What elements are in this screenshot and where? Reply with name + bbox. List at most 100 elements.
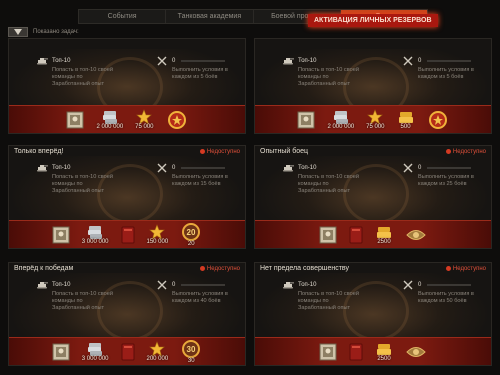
tab-events[interactable]: События: [79, 10, 167, 23]
reward-item[interactable]: [166, 107, 188, 133]
reward-item[interactable]: [52, 339, 70, 365]
status-label: Недоступно: [206, 265, 240, 272]
reward-item[interactable]: [405, 222, 427, 248]
reserves-activation-button[interactable]: АКТИВАЦИЯ ЛИЧНЫХ РЕЗЕРВОВ: [308, 14, 438, 27]
crossed-swords-icon: [155, 163, 168, 173]
condition-description: Выполнить условия в каждом из 25 боёв: [418, 174, 474, 188]
reward-value: 20: [187, 241, 195, 247]
condition-description: Попасть в топ-10 своей команды по Заработа…: [298, 291, 359, 312]
reward-item[interactable]: 3 000 000: [82, 339, 109, 365]
tank-icon: [35, 56, 48, 66]
card-title: Вперёд к победам: [14, 265, 74, 272]
reward-value: 75 000: [135, 124, 154, 130]
reward-item[interactable]: [319, 222, 337, 248]
star-icon: [367, 109, 384, 125]
condition-description: Попасть в топ-10 своей команды по Заработа…: [52, 291, 113, 312]
reward-strip: 3 000 000 200 000 30 30: [9, 337, 245, 365]
card-header: [255, 39, 491, 50]
condition-desc-line: Попасть в топ-10 своей: [52, 67, 113, 73]
condition-counter: 0: [418, 57, 422, 64]
reward-value: 3 000 000: [81, 356, 109, 362]
badge-icon: [66, 111, 84, 129]
condition-desc-line: каждом из 15 боёв: [172, 181, 221, 187]
svg-text:20: 20: [187, 228, 196, 237]
unavailable-icon: [199, 149, 205, 154]
mission-card[interactable]: Нет предела совершенству Недоступно Топ-…: [254, 262, 492, 366]
reward-item[interactable]: 3 000 000: [82, 222, 109, 248]
gold-icon: [375, 341, 393, 357]
reward-strip: 2 000 000 75 000: [9, 105, 245, 133]
condition-description: Попасть в топ-10 своей команды по Заработа…: [298, 67, 359, 88]
reward-item[interactable]: [349, 222, 363, 248]
book-icon: [121, 343, 135, 361]
crossed-swords-icon: [155, 56, 168, 66]
reward-item[interactable]: 2500: [375, 339, 393, 365]
reward-item[interactable]: [297, 107, 315, 133]
condition-desc-line: каждом из 40 боёв: [172, 298, 221, 304]
reward-item[interactable]: [319, 339, 337, 365]
reward-item[interactable]: 30 30: [180, 339, 202, 365]
book-icon: [349, 226, 363, 244]
progress-bar: [181, 283, 226, 286]
progress-bar: [181, 166, 226, 169]
reward-item[interactable]: [121, 222, 135, 248]
reward-item[interactable]: [66, 107, 84, 133]
emblem-icon: [405, 343, 427, 361]
condition-value: Топ-10: [52, 57, 71, 64]
condition-desc-line: Выполнить условия в: [418, 174, 474, 180]
condition-desc-line: Попасть в топ-10 своей: [298, 291, 359, 297]
condition-desc-line: Заработанный опыт: [298, 188, 351, 194]
reward-item[interactable]: 75 000: [366, 107, 385, 133]
reward-item[interactable]: 2 000 000: [96, 107, 123, 133]
reward-item[interactable]: 75 000: [135, 107, 154, 133]
card-title: Только вперёд!: [14, 148, 64, 155]
tank-icon: [281, 280, 294, 290]
mission-card[interactable]: Топ-10 Попасть в топ-10 своей команды по З…: [8, 38, 246, 134]
condition-description: Попасть в топ-10 своей команды по Заработа…: [52, 174, 113, 195]
condition-desc-line: Заработанный опыт: [52, 305, 105, 311]
condition-top10: Топ-10 Попасть в топ-10 своей команды по З…: [35, 163, 131, 195]
tank-icon: [35, 280, 48, 290]
filter-row: Показано задач:: [8, 27, 79, 37]
tab-tank-academy[interactable]: Танковая академия: [166, 10, 254, 23]
filter-button[interactable]: [8, 27, 28, 37]
condition-desc-line: Попасть в топ-10 своей: [52, 174, 113, 180]
reward-item[interactable]: 2500: [375, 222, 393, 248]
mission-card[interactable]: Только вперёд! Недоступно Топ-10 Попасть…: [8, 145, 246, 249]
condition-desc-line: каждом из 5 боёв: [172, 74, 218, 80]
condition-desc-line: Заработанный опыт: [52, 81, 105, 87]
reward-item[interactable]: 200 000: [147, 339, 168, 365]
condition-top10: Топ-10 Попасть в топ-10 своей команды по З…: [281, 280, 377, 312]
medal-20-icon: 20: [180, 222, 202, 242]
tank-icon: [281, 163, 294, 173]
medal-icon: [166, 110, 188, 130]
reward-item[interactable]: 500: [397, 107, 415, 133]
badge-icon: [319, 226, 337, 244]
condition-desc-line: Заработанный опыт: [298, 81, 351, 87]
reward-strip: 2500: [255, 337, 491, 365]
medal-30-icon: 30: [180, 339, 202, 359]
reward-item[interactable]: [349, 339, 363, 365]
reward-item[interactable]: 20 20: [180, 222, 202, 248]
reward-item[interactable]: [52, 222, 70, 248]
status-badge: Недоступно: [445, 149, 486, 155]
reward-value: 30: [187, 358, 195, 364]
reward-item[interactable]: [405, 339, 427, 365]
star-icon: [136, 109, 153, 125]
svg-text:30: 30: [187, 345, 196, 354]
reward-item[interactable]: [427, 107, 449, 133]
mission-card[interactable]: Вперёд к победам Недоступно Топ-10 Попас…: [8, 262, 246, 366]
condition-desc-line: Выполнить условия в: [172, 67, 228, 73]
unavailable-icon: [445, 266, 451, 271]
mission-card[interactable]: Топ-10 Попасть в топ-10 своей команды по З…: [254, 38, 492, 134]
card-header: Нет предела совершенству Недоступно: [255, 263, 491, 274]
card-title: Опытный боец: [260, 148, 309, 155]
reward-item[interactable]: 150 000: [147, 222, 168, 248]
condition-desc-line: Попасть в топ-10 своей: [298, 67, 359, 73]
card-title: Нет предела совершенству: [260, 265, 350, 272]
reward-item[interactable]: 2 000 000: [327, 107, 354, 133]
mission-card[interactable]: Опытный боец Недоступно Топ-10 Попасть в…: [254, 145, 492, 249]
progress-bar: [427, 59, 472, 62]
reward-item[interactable]: [121, 339, 135, 365]
condition-description: Выполнить условия в каждом из 15 боёв: [172, 174, 228, 188]
